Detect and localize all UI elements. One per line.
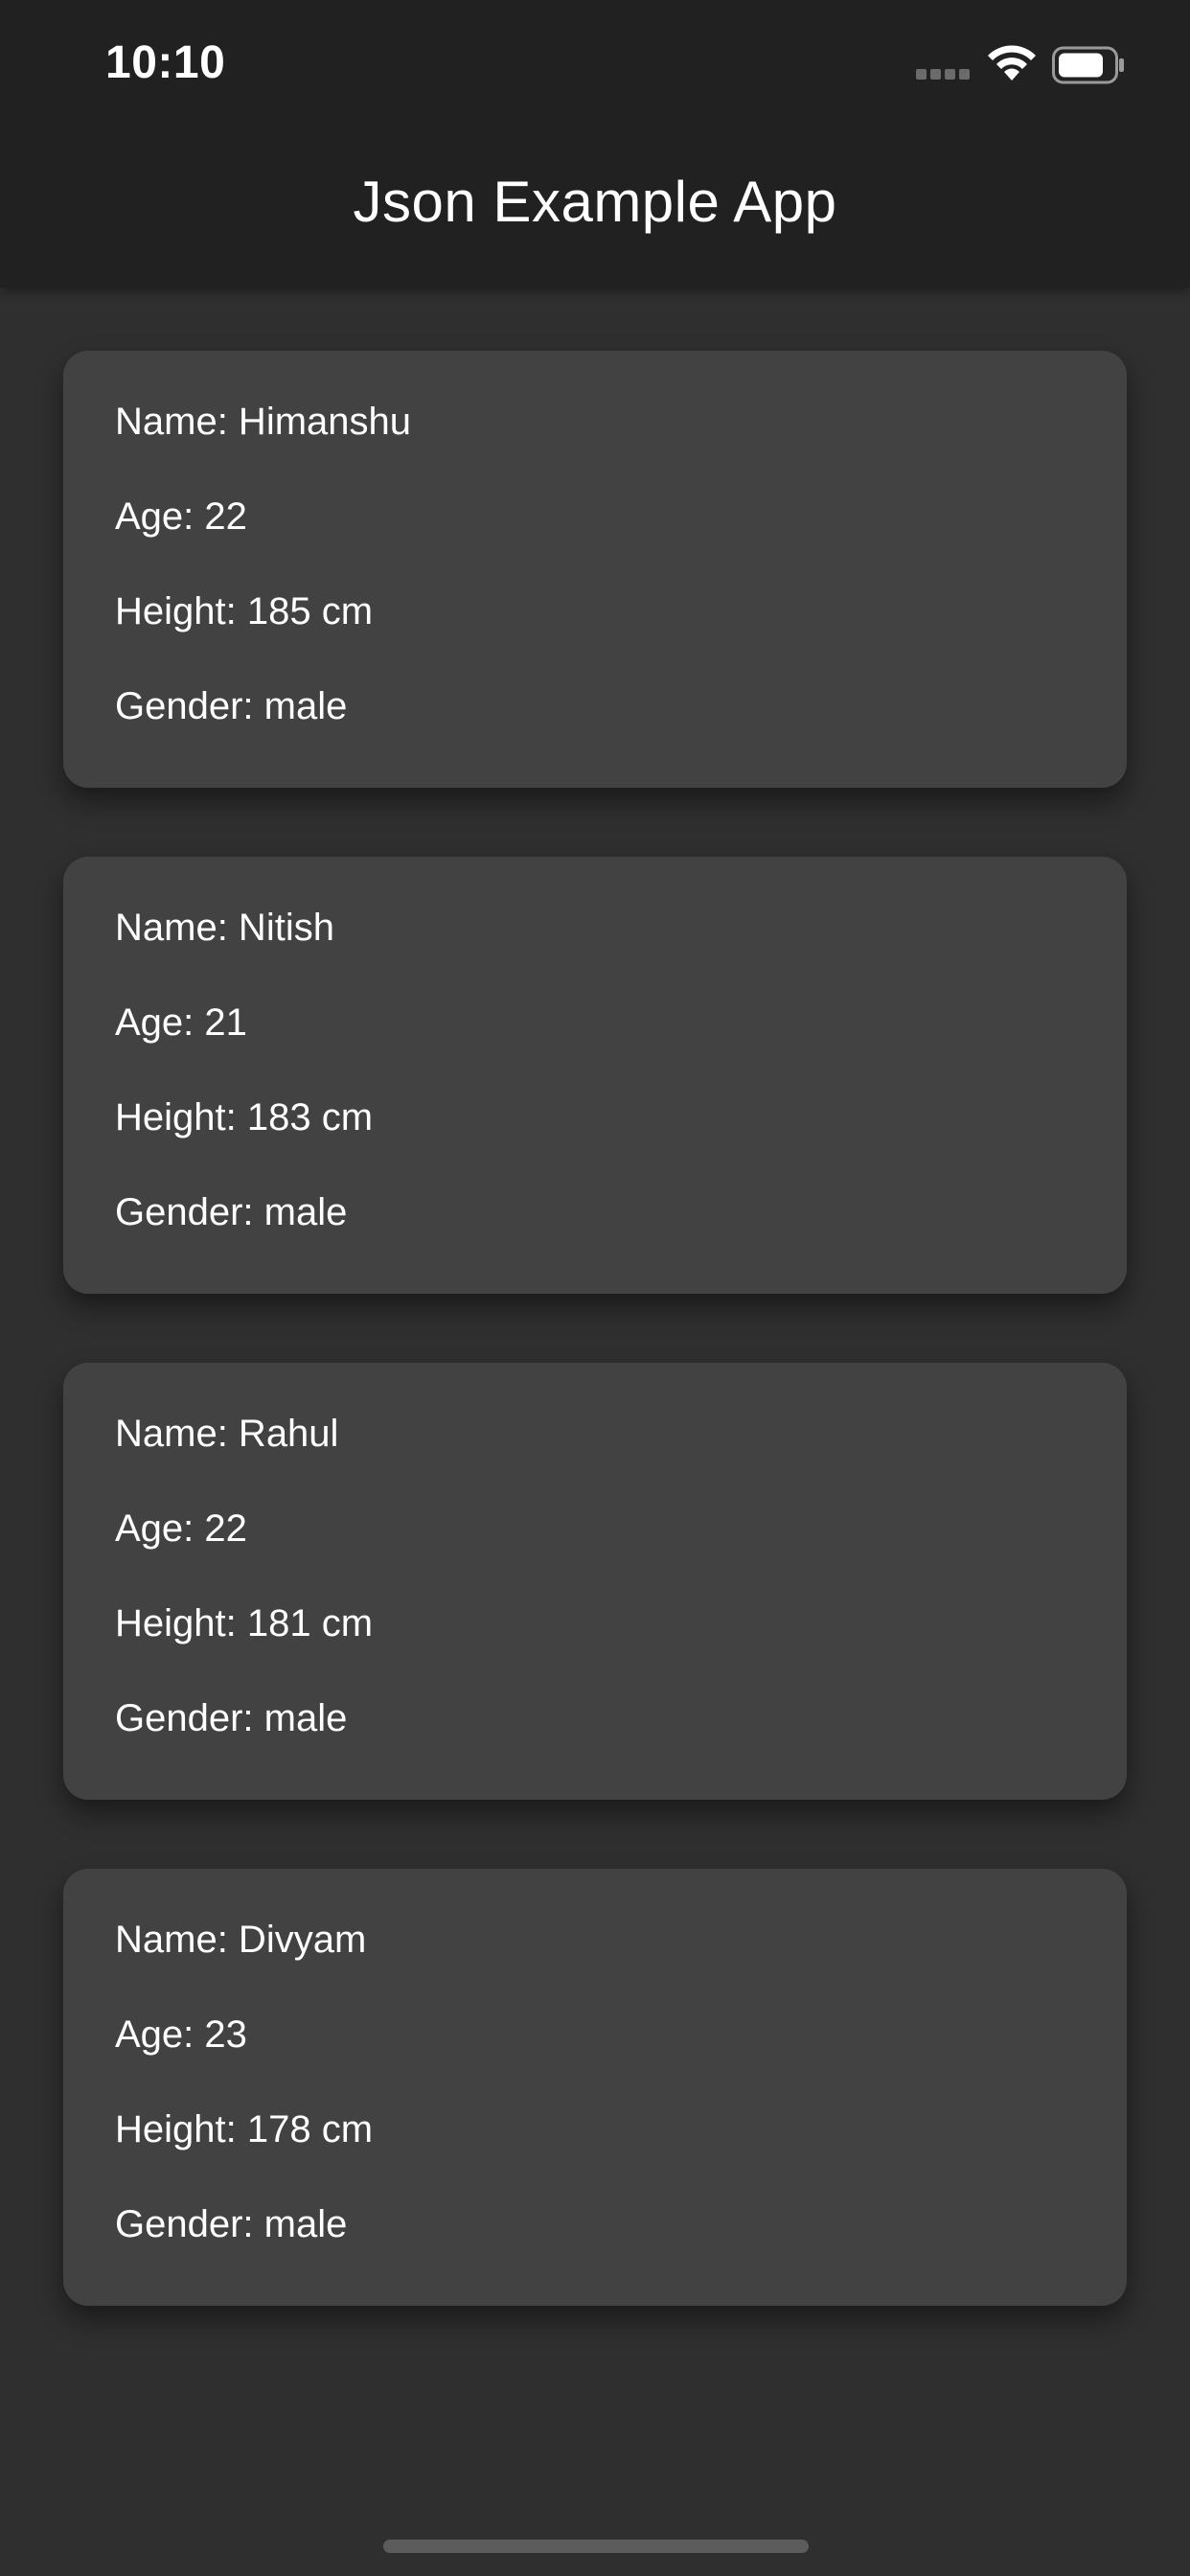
app-bar: 10:10 Json Example App — [0, 0, 1190, 288]
status-time: 10:10 — [105, 37, 226, 88]
person-name: Name: Divyam — [115, 1919, 367, 1961]
person-card: Name: Nitish Age: 21 Height: 183 cm Gend… — [63, 857, 1127, 1294]
person-name: Name: Nitish — [115, 907, 334, 949]
person-gender: Gender: male — [115, 1191, 348, 1233]
person-card: Name: Himanshu Age: 22 Height: 185 cm Ge… — [63, 351, 1127, 788]
person-card: Name: Divyam Age: 23 Height: 178 cm Gend… — [63, 1869, 1127, 2306]
battery-icon — [1052, 46, 1124, 84]
signal-icon — [916, 69, 972, 80]
home-indicator[interactable] — [383, 2540, 809, 2553]
person-name: Name: Himanshu — [115, 401, 412, 443]
wifi-icon — [988, 45, 1036, 80]
people-list: Name: Himanshu Age: 22 Height: 185 cm Ge… — [63, 351, 1127, 2375]
person-gender: Gender: male — [115, 685, 348, 727]
person-card: Name: Rahul Age: 22 Height: 181 cm Gende… — [63, 1363, 1127, 1800]
page-title: Json Example App — [353, 170, 837, 234]
person-age: Age: 21 — [115, 1001, 247, 1044]
person-age: Age: 22 — [115, 1507, 247, 1550]
person-name: Name: Rahul — [115, 1413, 339, 1455]
person-height: Height: 185 cm — [115, 590, 374, 632]
person-age: Age: 22 — [115, 495, 247, 538]
person-height: Height: 181 cm — [115, 1602, 374, 1644]
person-age: Age: 23 — [115, 2013, 247, 2056]
person-height: Height: 178 cm — [115, 2108, 374, 2150]
person-height: Height: 183 cm — [115, 1096, 374, 1138]
person-gender: Gender: male — [115, 2203, 348, 2245]
person-gender: Gender: male — [115, 1697, 348, 1739]
